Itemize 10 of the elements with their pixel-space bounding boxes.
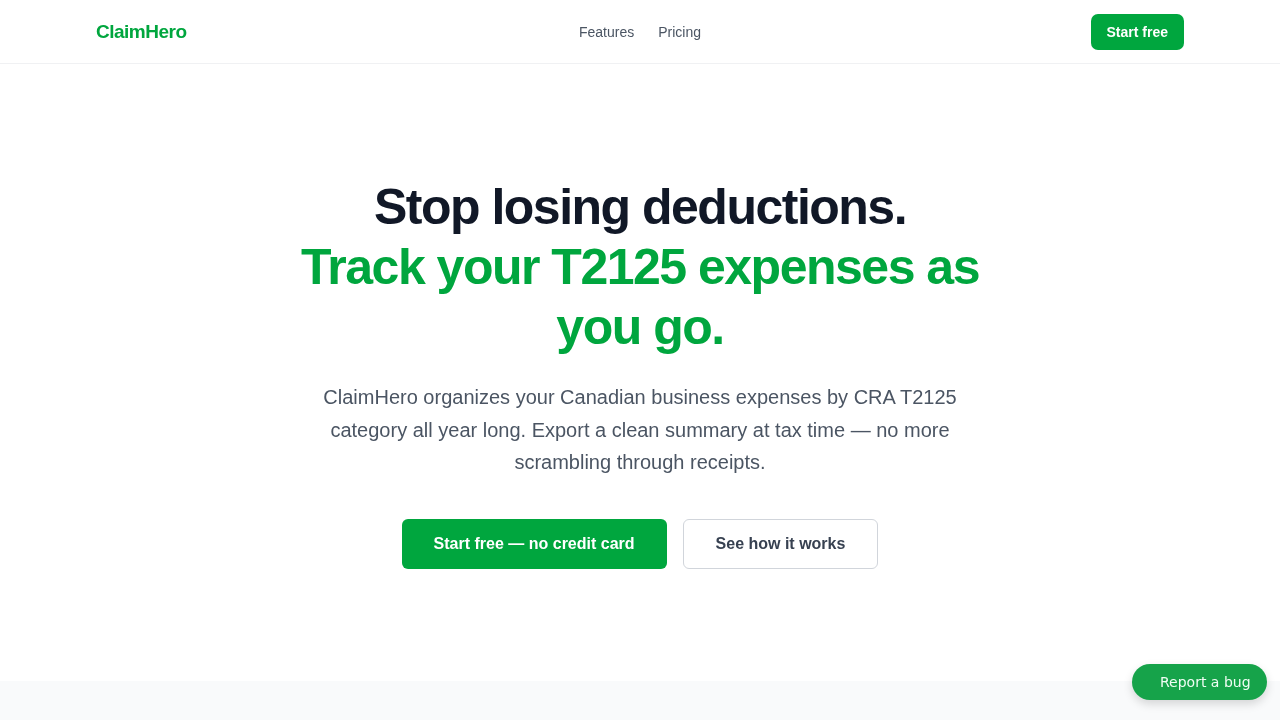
how-it-works-button[interactable]: See how it works [682,518,879,569]
hero-subheadline: Track your T2125 expenses as you go. [300,238,980,357]
nav-link[interactable]: Pricing [658,23,701,40]
hero-description: ClaimHero organizes your Canadian business expenses by CRA T2125 category all year long. Export a clean summary at tax time — no more scrambling through receipts. [322,385,958,475]
start-free-button[interactable]: Start free [1090,13,1184,50]
logo[interactable]: ClaimHero [96,20,187,43]
start-free-button[interactable]: Start free — no credit card [401,518,667,569]
nav-link[interactable]: Features [578,23,635,40]
hero-headline: Stop losing deductions. [372,178,908,237]
report-bug-button[interactable]: Report a bug [1132,664,1267,700]
